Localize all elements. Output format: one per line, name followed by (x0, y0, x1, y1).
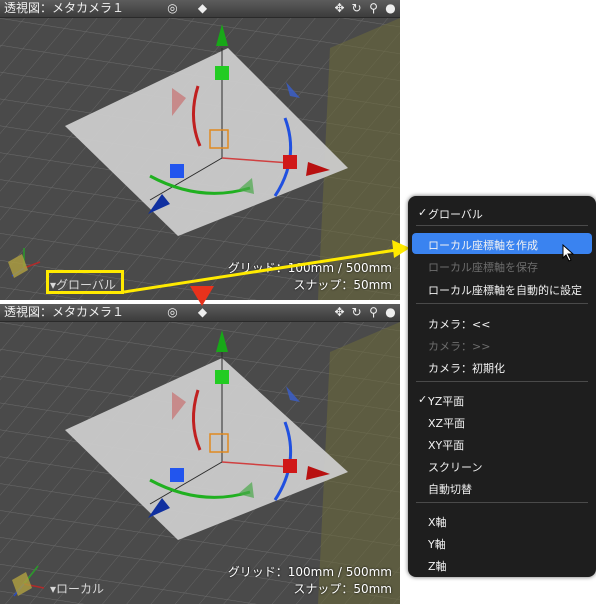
menu-item-x-axis[interactable]: X軸 (428, 514, 447, 530)
menu-item-y-axis[interactable]: Y軸 (428, 536, 446, 552)
checkmark-icon: ✓ (418, 393, 428, 406)
coordinate-mode-menu: ✓ グローバル ローカル座標軸を作成 ローカル座標軸を保存 ローカル座標軸を自動… (408, 196, 596, 577)
menu-item-z-axis[interactable]: Z軸 (428, 558, 447, 574)
menu-item-create-local-axis[interactable]: ローカル座標軸を作成 (428, 237, 538, 253)
menu-item-camera-reset[interactable]: カメラ：初期化 (428, 360, 505, 376)
menu-item-auto-local-axis[interactable]: ローカル座標軸を自動的に設定 (428, 282, 582, 298)
menu-separator (416, 502, 588, 503)
menu-item-screen[interactable]: スクリーン (428, 459, 482, 475)
checkmark-icon: ✓ (418, 206, 428, 219)
menu-item-xz-plane[interactable]: XZ平面 (428, 415, 465, 431)
menu-item-xy-plane[interactable]: XY平面 (428, 437, 464, 453)
menu-item-global[interactable]: ✓ グローバル (418, 206, 483, 222)
menu-item-auto-switch[interactable]: 自動切替 (428, 481, 472, 497)
menu-item-camera-back[interactable]: カメラ：<< (428, 316, 490, 332)
menu-item-yz-plane[interactable]: ✓ YZ平面 (418, 393, 464, 409)
menu-item-save-local-axis: ローカル座標軸を保存 (428, 261, 538, 274)
menu-separator (416, 225, 588, 226)
menu-separator (416, 303, 588, 304)
mouse-cursor-icon (562, 244, 575, 262)
menu-separator (416, 381, 588, 382)
menu-item-camera-forward: カメラ：>> (428, 340, 491, 353)
